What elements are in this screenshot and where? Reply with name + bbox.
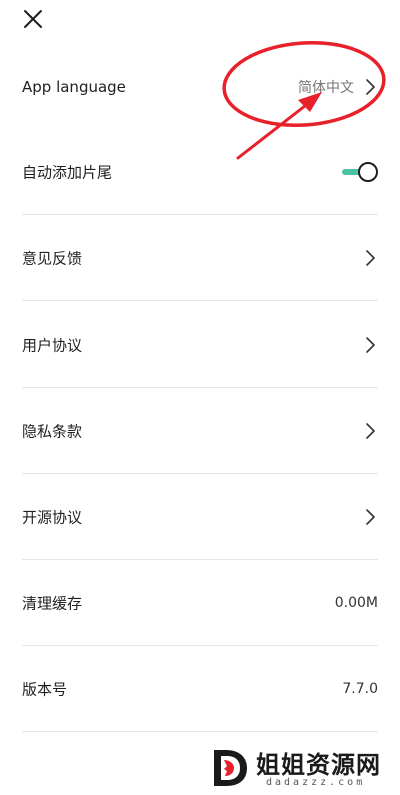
row-divider (22, 300, 378, 301)
feedback-label: 意见反馈 (22, 249, 83, 268)
cache-size-value: 0.00M (334, 595, 378, 611)
watermark-title: 姐姐资源网 (256, 751, 381, 779)
app-language-value: 简体中文 (298, 80, 354, 96)
open-source-label: 开源协议 (22, 508, 83, 527)
watermark: 姐姐资源网 dadazzz.com (208, 745, 394, 791)
setting-row-clear-cache[interactable]: 清理缓存 0.00M (22, 560, 378, 646)
setting-row-auto-outro: 自动添加片尾 (22, 129, 378, 215)
top-bar (0, 0, 400, 40)
chevron-right-icon (364, 78, 376, 96)
app-language-label: App language (22, 78, 126, 96)
setting-row-privacy-policy[interactable]: 隐私条款 (22, 388, 378, 474)
clear-cache-label: 清理缓存 (22, 594, 83, 613)
chevron-right-icon (364, 508, 376, 526)
setting-row-user-agreement[interactable]: 用户协议 (22, 302, 378, 388)
watermark-subtitle: dadazzz.com (266, 777, 366, 788)
chevron-right-icon (364, 249, 376, 267)
chevron-right-icon (364, 422, 376, 440)
version-value: 7.7.0 (342, 681, 378, 697)
toggle-knob (358, 162, 378, 182)
close-button[interactable] (22, 8, 44, 30)
row-divider (22, 731, 378, 732)
setting-row-version: 版本号 7.7.0 (22, 646, 378, 732)
setting-row-app-language[interactable]: App language 简体中文 (22, 44, 378, 130)
setting-row-open-source[interactable]: 开源协议 (22, 474, 378, 560)
privacy-policy-label: 隐私条款 (22, 422, 83, 441)
version-label: 版本号 (22, 680, 68, 699)
auto-outro-label: 自动添加片尾 (22, 163, 113, 182)
auto-outro-toggle[interactable] (342, 162, 378, 182)
chevron-right-icon (364, 336, 376, 354)
close-icon (24, 10, 42, 28)
setting-row-feedback[interactable]: 意见反馈 (22, 215, 378, 301)
user-agreement-label: 用户协议 (22, 336, 83, 355)
watermark-logo-icon (214, 750, 247, 786)
